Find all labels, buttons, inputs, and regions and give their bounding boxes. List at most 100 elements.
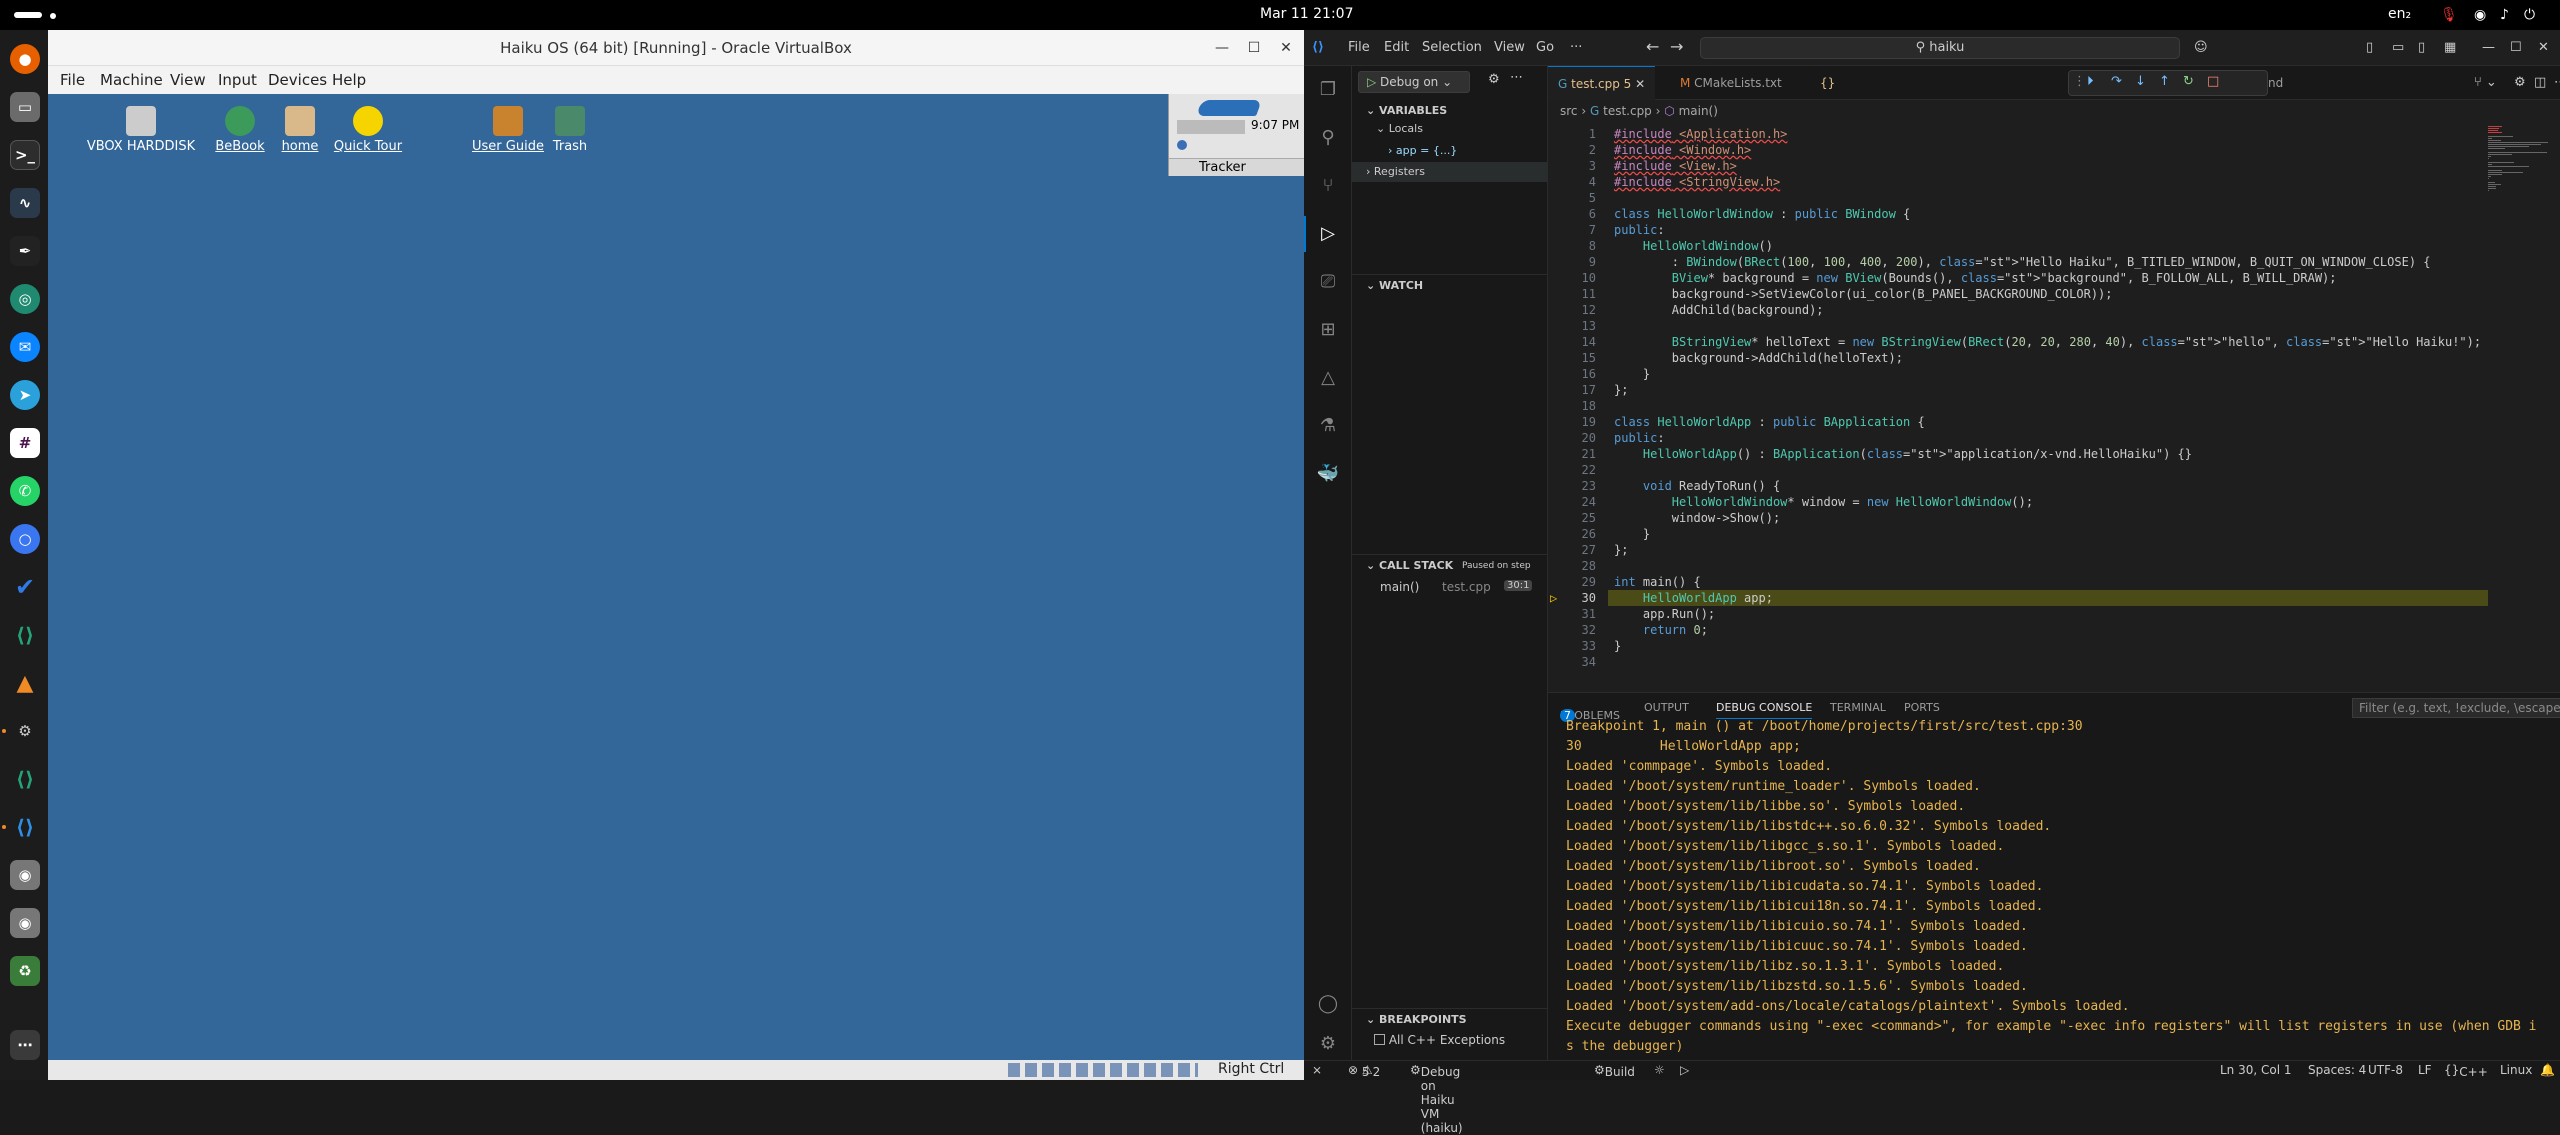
indentation[interactable]: Spaces: 4 [2308,1063,2366,1077]
extensions-icon[interactable]: ⊞ [1316,318,1340,342]
minimize-button[interactable]: — [1212,38,1232,58]
desktop-icon-user-guide[interactable]: User Guide [468,106,548,154]
code-text[interactable]: int main() { [1614,574,1701,590]
breakpoint-cpp-exceptions[interactable]: All C++ Exceptions [1374,1033,1505,1047]
code-line[interactable]: 7 public: [1548,222,2560,238]
breadcrumb-symbol[interactable]: main() [1679,104,1718,118]
line-number[interactable]: 22 [1548,462,1596,478]
code-text[interactable]: AddChild(background); [1614,302,1824,318]
code-text[interactable]: return 0; [1614,622,1708,638]
code-line[interactable]: 33} [1548,638,2560,654]
search-icon[interactable]: ⚲ [1316,126,1340,150]
menu-file[interactable]: File [60,71,85,89]
eol[interactable]: LF [2418,1063,2432,1077]
slack-icon[interactable]: # [10,428,40,458]
cmake-icon[interactable]: △ [1316,366,1340,390]
wifi-icon[interactable]: ◉ [2474,7,2486,23]
desktop-icon-bebook[interactable]: BeBook [210,106,270,154]
line-number[interactable]: 33 [1548,638,1596,654]
vlc-icon[interactable]: ▲ [10,668,40,698]
code-line[interactable]: 14 BStringView* helloText = new BStringV… [1548,334,2560,350]
line-number[interactable]: 6 [1548,206,1596,222]
line-number[interactable]: 18 [1548,398,1596,414]
code-text[interactable]: }; [1614,542,1628,558]
variable-app[interactable]: › app = {...} [1388,144,1457,157]
code-line[interactable]: 25 window->Show(); [1548,510,2560,526]
code-line[interactable]: 13 [1548,318,2560,334]
tab-test-cpp[interactable]: G test.cpp 5 ✕ [1548,66,1656,100]
problems-status[interactable]: ⊗ 5 ⚠ 2 [1348,1063,1380,1079]
line-number[interactable]: 11 [1548,286,1596,302]
toggle-secondary-sidebar-icon[interactable]: ▯ [2418,40,2425,55]
stack-frame[interactable]: main() test.cpp 30:1 [1380,580,1533,594]
haiku-leaf-icon[interactable] [1196,100,1262,116]
code-text[interactable]: #include <View.h> [1614,158,1737,174]
back-arrow-icon[interactable]: ← [1646,37,1659,56]
code-text[interactable]: background->AddChild(helloText); [1614,350,1903,366]
code-line[interactable]: 11 background->SetViewColor(ui_color(B_P… [1548,286,2560,302]
menu-selection[interactable]: Selection [1422,40,1482,55]
trash-icon[interactable]: ♻ [10,956,40,986]
code-text[interactable]: : BWindow(BRect(100, 100, 400, 200), cla… [1614,254,2431,270]
line-number[interactable]: 5 [1548,190,1596,206]
power-icon[interactable]: ⏻ [2524,7,2535,23]
code-line[interactable]: 12 AddChild(background); [1548,302,2560,318]
copilot-icon[interactable]: ☺ [2194,40,2208,55]
keyboard-layout-indicator[interactable]: en₂ [2388,6,2411,22]
continue-icon[interactable]: ⏵ [2087,74,2094,89]
run-debug-icon[interactable]: ▷ [1316,222,1340,246]
line-number[interactable]: 28 [1548,558,1596,574]
vscode-insiders-icon[interactable]: ⟨⟩ [10,620,40,650]
vscode-insiders-icon[interactable]: ⟨⟩ [10,764,40,794]
accounts-icon[interactable]: ◯ [1316,992,1340,1016]
current-code-line[interactable]: ▷ 30 HelloWorldApp app; [1548,590,2560,606]
code-text[interactable]: BView* background = new BView(Bounds(), … [1614,270,2337,286]
drag-handle-icon[interactable]: ⋮ [2073,74,2086,89]
toggle-panel-icon[interactable]: ▭ [2392,40,2404,55]
line-number[interactable]: 23 [1548,478,1596,494]
line-number[interactable]: 10 [1548,270,1596,286]
code-line[interactable]: 19 class HelloWorldApp : public BApplicat… [1548,414,2560,430]
firefox-icon[interactable]: ● [10,44,40,74]
files-icon[interactable]: ▭ [10,92,40,122]
code-line[interactable]: 24 HelloWorldWindow* window = new HelloW… [1548,494,2560,510]
code-text[interactable]: class HelloWorldApp : public BApplicatio… [1614,414,1925,430]
breadcrumb-file[interactable]: test.cpp [1603,104,1652,118]
build-status[interactable]: ⚙ Build [1594,1063,1635,1079]
code-text[interactable]: } [1614,638,1621,654]
virtualbox-icon[interactable]: ⚙ [10,716,40,746]
menu-view[interactable]: View [1494,40,1525,55]
menu-go[interactable]: Go [1536,40,1554,55]
source-control-icon[interactable]: ⑂ [1316,174,1340,198]
line-number[interactable]: 25 [1548,510,1596,526]
language-mode[interactable]: {} C++ [2444,1063,2488,1079]
line-number[interactable]: 1 [1548,126,1596,142]
desktop-icon-home[interactable]: home [270,106,330,154]
haiku-desktop[interactable]: VBOX HARDDISK BeBook home Quick Tour Use… [48,94,1305,1060]
maximize-button[interactable]: ☐ [2510,40,2522,55]
code-text[interactable]: HelloWorldApp app; [1614,590,1773,606]
vscode-icon[interactable]: ⟨⟩ [10,812,40,842]
run-icon[interactable]: ▷ [1680,1063,1689,1077]
run-debug-split-icon[interactable]: ⑂ ⌄ [2474,75,2497,90]
code-line[interactable]: 22 [1548,462,2560,478]
docker-icon[interactable]: 🐳 [1316,462,1340,486]
code-line[interactable]: 3 #include <View.h> [1548,158,2560,174]
line-number[interactable]: 14 [1548,334,1596,350]
inkscape-icon[interactable]: ✒ [10,236,40,266]
cursor-position[interactable]: Ln 30, Col 1 [2220,1063,2292,1077]
menu-input[interactable]: Input [218,71,257,89]
code-text[interactable]: HelloWorldWindow* window = new HelloWorl… [1614,494,2033,510]
code-line[interactable]: 34 [1548,654,2560,670]
locals-scope[interactable]: ⌄ Locals [1376,122,1423,135]
remote-indicator-icon[interactable]: ⨯ [1312,1063,1322,1077]
code-text[interactable]: HelloWorldApp() : BApplication(class="st… [1614,446,2192,462]
code-text[interactable]: public: [1614,430,1665,446]
deskbar-clock[interactable]: 9:07 PM [1251,118,1299,132]
menu-edit[interactable]: Edit [1384,40,1409,55]
code-text[interactable]: background->SetViewColor(ui_color(B_PANE… [1614,286,2113,302]
toggle-sidebar-icon[interactable]: ▯ [2366,40,2373,55]
code-line[interactable]: 6 class HelloWorldWindow : public BWindow… [1548,206,2560,222]
whatsapp-icon[interactable]: ✆ [10,476,40,506]
code-text[interactable]: public: [1614,222,1665,238]
